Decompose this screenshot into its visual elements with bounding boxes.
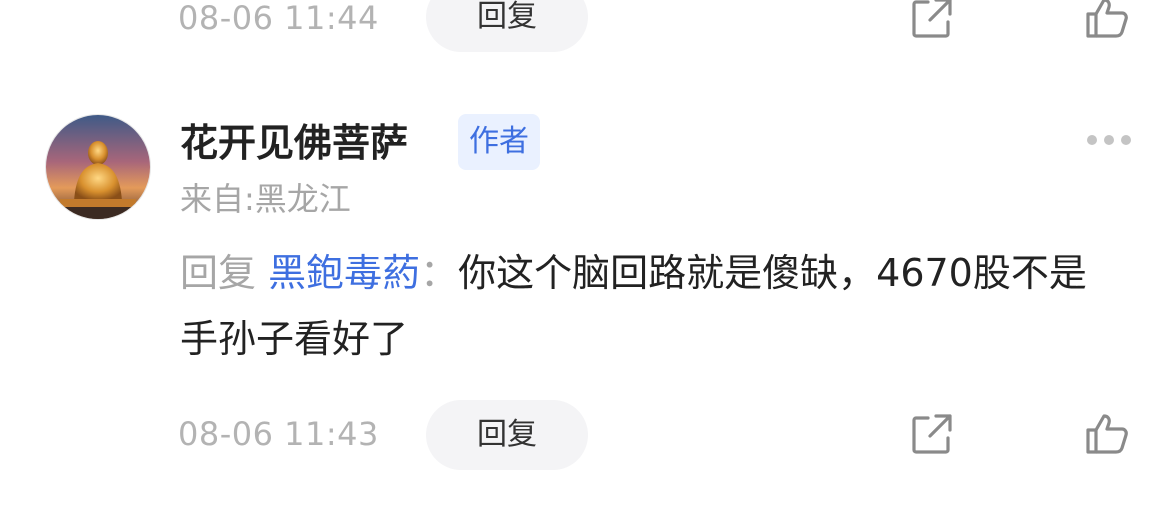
author-badge: 作者 xyxy=(458,114,540,170)
timestamp: 08-06 11:43 xyxy=(178,415,379,453)
colon: ： xyxy=(420,251,459,295)
username[interactable]: 花开见佛菩萨 xyxy=(180,118,408,168)
timestamp: 08-06 11:44 xyxy=(178,0,379,37)
more-horizontal-icon[interactable] xyxy=(1084,130,1134,150)
reply-to-mention[interactable]: 黑鉋毒葯 xyxy=(268,251,420,295)
comment-action-row: 08-06 11:43 回复 xyxy=(0,398,1154,470)
thumbs-up-icon[interactable] xyxy=(1084,410,1132,458)
comment-text: 回复 黑鉋毒葯：你这个脑回路就是傻缺，4670股不是手孙子看好了 xyxy=(180,240,1120,372)
thumbs-up-icon[interactable] xyxy=(1084,0,1132,42)
reply-button[interactable]: 回复 xyxy=(426,0,588,52)
reply-prefix: 回复 xyxy=(180,251,257,295)
avatar-image xyxy=(46,115,150,219)
previous-comment-action-row: 08-06 11:44 回复 xyxy=(0,0,1154,52)
share-icon[interactable] xyxy=(908,0,956,42)
share-icon[interactable] xyxy=(908,410,956,458)
reply-button[interactable]: 回复 xyxy=(426,400,588,470)
avatar[interactable] xyxy=(46,115,150,219)
location-label: 来自:黑龙江 xyxy=(180,180,351,218)
